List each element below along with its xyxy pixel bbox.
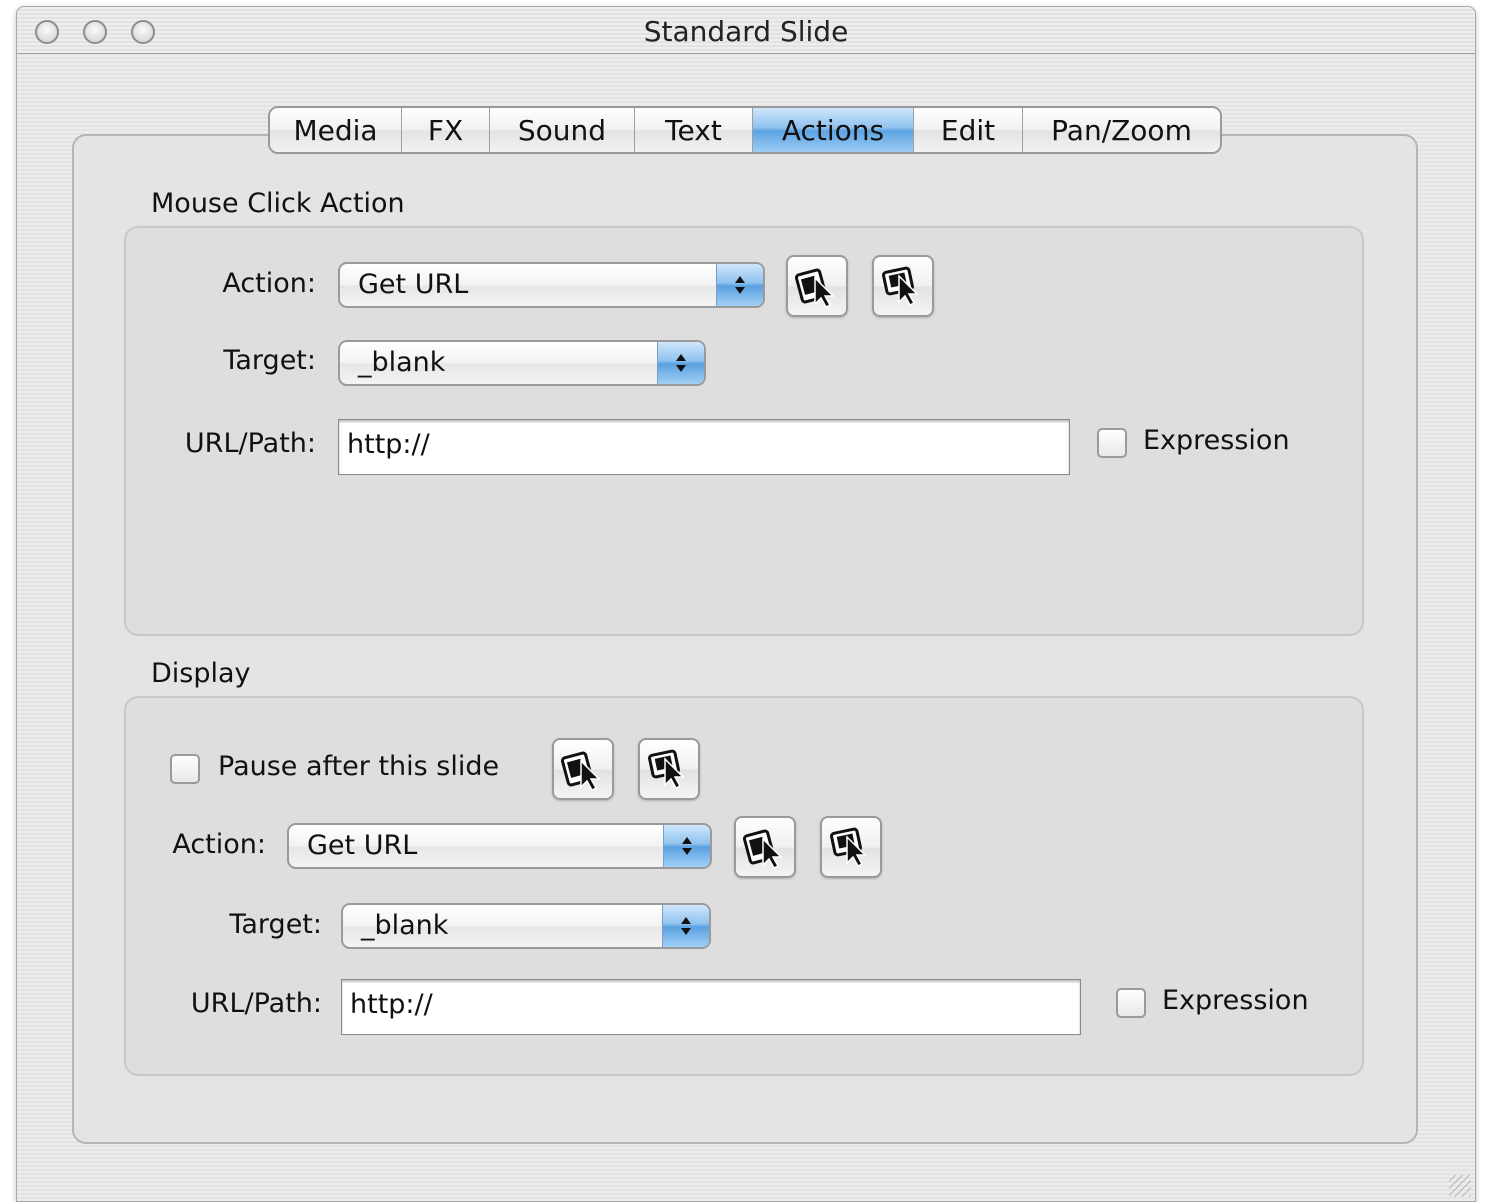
popup-arrows-icon: [657, 342, 704, 384]
display-expression-checkbox[interactable]: [1116, 988, 1146, 1018]
display-target-popup[interactable]: _blank: [341, 903, 711, 949]
tab-actions[interactable]: Actions: [753, 108, 914, 152]
display-pause-target-button[interactable]: [638, 738, 700, 800]
mca-url-label: URL/Path:: [184, 428, 316, 459]
display-url-value: http://: [350, 989, 433, 1020]
display-target-label: Target:: [229, 909, 322, 940]
display-target-value: _blank: [361, 910, 449, 941]
select-from-slide-icon: [743, 829, 783, 869]
tab-bar: Media FX Sound Text Actions Edit Pan/Zoo…: [268, 106, 1222, 154]
mca-action-popup[interactable]: Get URL: [338, 262, 765, 308]
pause-after-slide-label: Pause after this slide: [218, 751, 500, 782]
popup-arrows-icon: [716, 264, 763, 306]
popup-arrows-icon: [662, 905, 709, 947]
mca-pick-action-button[interactable]: [786, 255, 848, 317]
display-heading: Display: [151, 658, 251, 689]
tab-fx[interactable]: FX: [402, 108, 490, 152]
display-pause-pick-button[interactable]: [552, 738, 614, 800]
tab-sound[interactable]: Sound: [490, 108, 635, 152]
display-action-value: Get URL: [307, 830, 418, 861]
pause-after-slide-checkbox[interactable]: [170, 754, 200, 784]
title-bar[interactable]: Standard Slide: [17, 7, 1475, 54]
mca-url-field[interactable]: http://: [338, 419, 1070, 475]
mca-expression-label: Expression: [1143, 425, 1290, 456]
display-choose-target-button[interactable]: [820, 816, 882, 878]
tab-pan-zoom[interactable]: Pan/Zoom: [1023, 108, 1220, 152]
select-from-slide-icon: [561, 751, 601, 791]
mca-target-value: _blank: [358, 347, 446, 378]
tab-media[interactable]: Media: [270, 108, 402, 152]
display-action-label: Action:: [172, 829, 266, 860]
mca-target-label: Target:: [223, 345, 316, 376]
display-action-popup[interactable]: Get URL: [287, 823, 712, 869]
popup-arrows-icon: [663, 825, 710, 867]
resize-grip-icon[interactable]: [1449, 1175, 1471, 1197]
choose-target-icon: [882, 266, 919, 306]
choose-target-icon: [830, 827, 867, 867]
mouse-click-action-heading: Mouse Click Action: [151, 188, 405, 219]
window-title: Standard Slide: [643, 15, 849, 48]
tab-edit[interactable]: Edit: [914, 108, 1023, 152]
mca-action-value: Get URL: [358, 269, 469, 300]
mca-choose-target-button[interactable]: [872, 255, 934, 317]
mca-expression-checkbox[interactable]: [1097, 428, 1127, 458]
display-pick-action-button[interactable]: [734, 816, 796, 878]
choose-target-icon: [648, 749, 685, 789]
display-expression-label: Expression: [1162, 985, 1309, 1016]
mca-target-popup[interactable]: _blank: [338, 340, 706, 386]
display-url-field[interactable]: http://: [341, 979, 1081, 1035]
select-from-slide-icon: [795, 268, 835, 308]
mca-action-label: Action:: [222, 268, 316, 299]
tab-text[interactable]: Text: [635, 108, 753, 152]
mca-url-value: http://: [347, 429, 430, 460]
display-url-label: URL/Path:: [190, 988, 322, 1019]
